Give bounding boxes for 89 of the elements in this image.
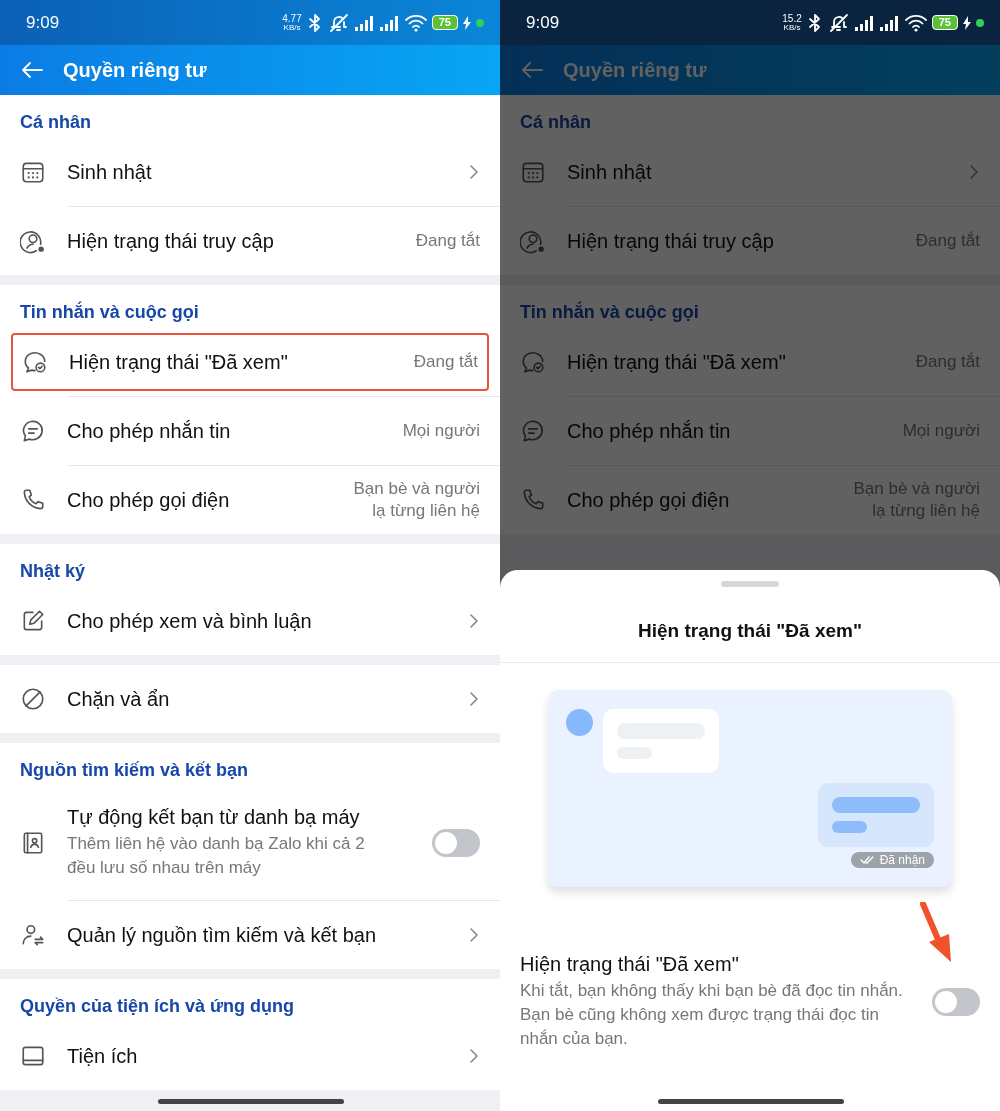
battery-level: 75 <box>431 15 458 30</box>
chat-icon <box>20 418 46 444</box>
settings-row[interactable]: Hiện trạng thái "Đã xem" Đang tắt <box>11 333 489 391</box>
back-arrow-icon <box>520 60 544 80</box>
row-label: Sinh nhật <box>67 160 153 184</box>
chevron-icon <box>468 926 480 944</box>
chevron-icon <box>468 612 480 630</box>
section-title: Nhật ký <box>19 560 87 583</box>
speed-unit: KB/s <box>283 22 301 32</box>
wifi-icon <box>904 13 927 32</box>
screen-title: Quyền riêng tư <box>563 58 707 82</box>
settings-row[interactable]: Quản lý nguồn tìm kiếm và kết bạn <box>0 901 500 969</box>
chevron-icon <box>468 163 480 181</box>
row-label: Quản lý nguồn tìm kiếm và kết bạn <box>67 923 378 947</box>
chevron-icon <box>468 1047 480 1065</box>
row-label: Cho phép nhắn tin <box>567 419 732 443</box>
user-status-icon <box>20 228 46 254</box>
section-title: Quyền của tiện ích và ứng dụng <box>19 995 296 1018</box>
row-value: Bạn bè và người lạ từng liên hệ <box>352 478 480 522</box>
chat-icon <box>520 418 546 444</box>
wifi-icon <box>404 13 427 32</box>
row-value: Mọi người <box>402 420 480 442</box>
row-label: Hiện trạng thái truy cập <box>567 229 775 253</box>
settings-row[interactable]: Tự động kết bạn từ danh bạ máy Thêm liên hệ vào danh bạ Zalo khi cả 2 đều lưu số nhau trên máy <box>0 786 500 900</box>
row-label: Chặn và ẩn <box>67 687 171 711</box>
charging-bolt-icon <box>463 15 471 30</box>
muted-bell-icon <box>327 12 350 33</box>
settings-row[interactable]: Chặn và ẩn <box>0 665 500 733</box>
muted-bell-icon <box>827 12 850 33</box>
section-title: Tin nhắn và cuộc gọi <box>19 300 200 324</box>
chat-check-icon <box>520 349 546 375</box>
row-label: Cho phép gọi điện <box>67 488 231 512</box>
chat-check-icon <box>22 349 48 375</box>
sheet-title: Hiện trạng thái "Đã xem" <box>637 620 863 642</box>
speed-unit: KB/s <box>783 22 801 32</box>
row-label: Tự động kết bạn từ danh bạ máy <box>67 806 361 829</box>
row-label: Hiện trạng thái truy cập <box>67 229 275 253</box>
section-title: Tin nhắn và cuộc gọi <box>519 300 700 324</box>
row-label: Tiện ích <box>67 1044 139 1068</box>
charging-bolt-icon <box>963 15 971 30</box>
row-label: Cho phép xem và bình luận <box>67 609 313 633</box>
user-status-icon <box>520 228 546 254</box>
signal-icon <box>854 14 875 31</box>
section-title: Nguồn tìm kiếm và kết bạn <box>19 759 250 782</box>
clock-time: 9:09 <box>26 12 60 33</box>
setting-description: Khi tắt, bạn không thấy khi bạn bè đã đọc tin nhắn. Bạn bè cũng không xem được trạng thái đọc tin nhắn của bạn. <box>520 980 904 1050</box>
settings-row[interactable]: Cho phép gọi điện Bạn bè và người lạ từng liên hệ <box>0 466 500 534</box>
signal-icon <box>379 14 400 31</box>
section-title: Cá nhân <box>19 111 92 134</box>
section-title: Cá nhân <box>519 111 592 134</box>
network-speed: 4.77 <box>282 13 302 23</box>
row-label: Cho phép nhắn tin <box>67 419 232 443</box>
block-icon <box>20 686 46 712</box>
avatar <box>566 709 593 736</box>
indicator-dot <box>476 18 484 27</box>
row-value: Đang tắt <box>413 351 478 373</box>
setting-label: Hiện trạng thái "Đã xem" <box>520 953 740 976</box>
settings-row[interactable]: Cho phép nhắn tin Mọi người <box>0 397 500 465</box>
home-indicator[interactable] <box>658 1099 844 1104</box>
screen-title: Quyền riêng tư <box>63 58 207 82</box>
signal-icon <box>354 14 375 31</box>
toggle-switch[interactable] <box>432 829 480 857</box>
home-indicator[interactable] <box>158 1099 344 1104</box>
settings-row[interactable]: Hiện trạng thái truy cập Đang tắt <box>0 207 500 275</box>
network-speed: 15.2 <box>782 13 802 23</box>
back-arrow-icon <box>20 60 44 80</box>
signal-icon <box>879 14 900 31</box>
settings-row[interactable]: Tiện ích <box>0 1022 500 1090</box>
battery-level: 75 <box>931 15 958 30</box>
clock-time: 9:09 <box>526 12 560 33</box>
bluetooth-icon <box>306 12 323 33</box>
row-value: Đang tắt <box>415 230 480 252</box>
settings-row[interactable]: Sinh nhật <box>0 138 500 206</box>
row-description: Thêm liên hệ vào danh bạ Zalo khi cả 2 đều lưu số nhau trên máy <box>67 833 366 879</box>
row-label: Hiện trạng thái "Đã xem" <box>567 350 787 374</box>
row-label: Sinh nhật <box>567 160 653 184</box>
row-label: Cho phép gọi điện <box>567 488 731 512</box>
settings-row[interactable]: Cho phép xem và bình luận <box>0 587 500 655</box>
chevron-icon <box>968 163 980 181</box>
chevron-icon <box>468 690 480 708</box>
row-label: Hiện trạng thái "Đã xem" <box>69 350 289 374</box>
bluetooth-icon <box>806 12 823 33</box>
drag-handle[interactable] <box>721 581 779 587</box>
badge-label: Đã nhận <box>879 853 925 867</box>
text-placeholder <box>832 821 867 833</box>
toggle-switch[interactable] <box>932 988 980 1016</box>
double-check-icon <box>859 855 874 865</box>
user-sync-icon <box>20 922 46 948</box>
indicator-dot <box>976 18 984 27</box>
